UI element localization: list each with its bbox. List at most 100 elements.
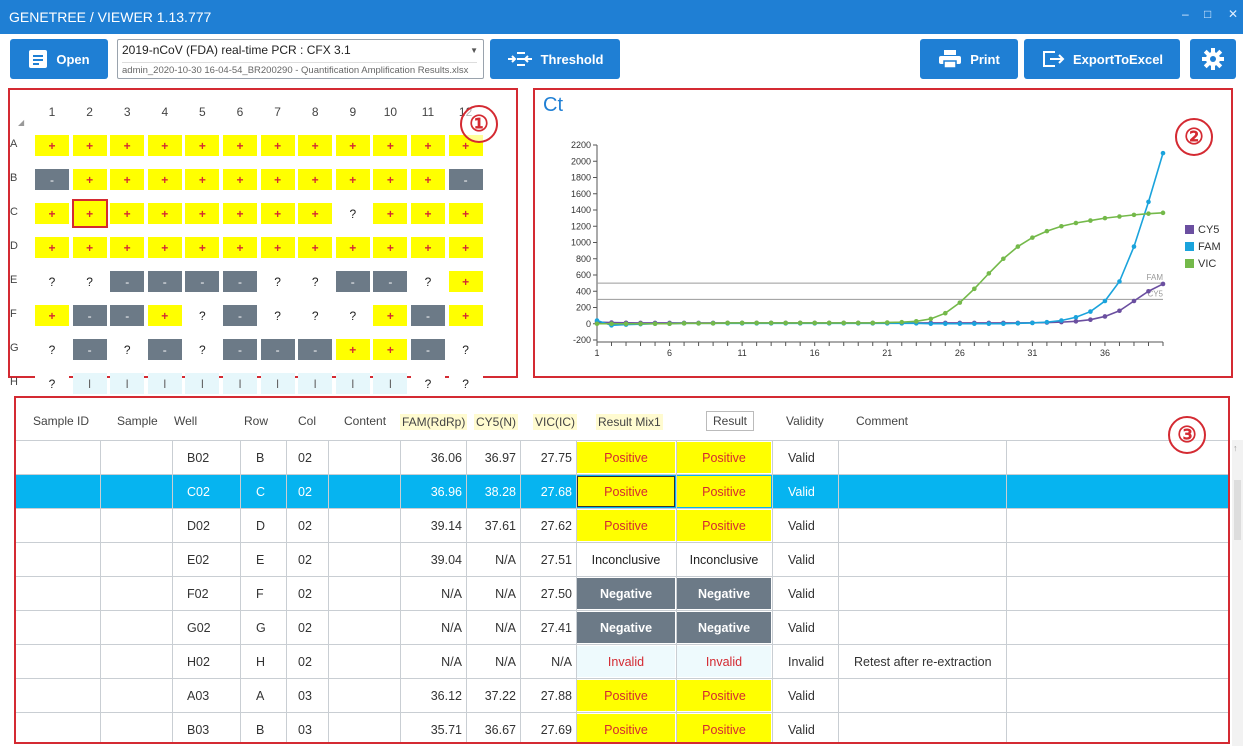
well-C5[interactable]: + [185, 203, 220, 224]
table-row[interactable]: H02 H 02 N/A N/A N/A Invalid Retest after re-ex… [16, 644, 1228, 678]
scroll-up-icon[interactable]: ↑ [1233, 443, 1238, 453]
table-row[interactable]: F02 F 02 N/A N/A 27.50 Valid Negative Negative [16, 576, 1228, 610]
well-G5[interactable]: ? [185, 339, 220, 360]
well-E10[interactable]: - [373, 271, 408, 292]
well-E3[interactable]: - [110, 271, 145, 292]
well-B12[interactable]: - [448, 169, 483, 190]
well-D4[interactable]: + [147, 237, 182, 258]
well-F4[interactable]: + [147, 305, 182, 326]
well-G9[interactable]: + [335, 339, 370, 360]
settings-button[interactable] [1190, 39, 1236, 79]
well-B3[interactable]: + [110, 169, 145, 190]
threshold-button[interactable]: Threshold [490, 39, 620, 79]
well-D2[interactable]: + [72, 237, 107, 258]
well-A9[interactable]: + [335, 135, 370, 156]
table-row[interactable]: B02 B 02 36.06 36.97 27.75 Valid Positive Positi… [16, 440, 1228, 474]
table-row[interactable]: C02 C 02 36.96 38.28 27.68 Valid Positive Positi… [16, 474, 1228, 508]
run-file-selector[interactable]: 2019-nCoV (FDA) real-time PCR : CFX 3.1 … [117, 39, 484, 79]
well-E2[interactable]: ? [72, 271, 107, 292]
well-H12[interactable]: ? [448, 373, 483, 394]
select-all-corner-icon[interactable]: ◢ [18, 118, 24, 127]
column-header-content[interactable]: Content [344, 414, 386, 428]
well-E1[interactable]: ? [35, 271, 69, 292]
well-F6[interactable]: - [223, 305, 257, 326]
close-button[interactable]: ✕ [1228, 7, 1238, 21]
well-H5[interactable]: I [185, 373, 220, 394]
well-B4[interactable]: + [147, 169, 182, 190]
export-excel-button[interactable]: ExportToExcel [1024, 39, 1180, 79]
well-E6[interactable]: - [223, 271, 257, 292]
well-A10[interactable]: + [373, 135, 408, 156]
well-D11[interactable]: + [411, 237, 445, 258]
well-C10[interactable]: + [373, 203, 408, 224]
column-header-comment[interactable]: Comment [856, 414, 908, 428]
well-G12[interactable]: ? [448, 339, 483, 360]
well-D3[interactable]: + [110, 237, 145, 258]
well-B8[interactable]: + [298, 169, 333, 190]
column-header-result[interactable]: Result [706, 411, 755, 431]
well-C4[interactable]: + [147, 203, 182, 224]
well-H1[interactable]: ? [35, 373, 69, 394]
well-E9[interactable]: - [335, 271, 370, 292]
vertical-scrollbar[interactable]: ↑ [1232, 440, 1243, 746]
well-D6[interactable]: + [223, 237, 257, 258]
well-G11[interactable]: - [411, 339, 445, 360]
well-A8[interactable]: + [298, 135, 333, 156]
well-A3[interactable]: + [110, 135, 145, 156]
column-header-vic-ic[interactable]: VIC(IC) [533, 414, 577, 430]
well-G1[interactable]: ? [35, 339, 69, 360]
column-header-well[interactable]: Well [174, 414, 197, 428]
well-B11[interactable]: + [411, 169, 445, 190]
column-header-validity[interactable]: Validity [786, 414, 824, 428]
well-D9[interactable]: + [335, 237, 370, 258]
well-H6[interactable]: I [223, 373, 257, 394]
scrollbar-thumb[interactable] [1234, 480, 1241, 540]
well-F10[interactable]: + [373, 305, 408, 326]
well-G4[interactable]: - [147, 339, 182, 360]
well-G3[interactable]: ? [110, 339, 145, 360]
well-F11[interactable]: - [411, 305, 445, 326]
well-C7[interactable]: + [260, 203, 295, 224]
well-D12[interactable]: + [448, 237, 483, 258]
well-C6[interactable]: + [223, 203, 257, 224]
well-B2[interactable]: + [72, 169, 107, 190]
column-header-sample-id[interactable]: Sample ID [33, 414, 89, 428]
column-header-result-mix1[interactable]: Result Mix1 [596, 414, 663, 430]
well-G10[interactable]: + [373, 339, 408, 360]
well-G2[interactable]: - [72, 339, 107, 360]
well-F12[interactable]: + [448, 305, 483, 326]
well-C11[interactable]: + [411, 203, 445, 224]
well-B9[interactable]: + [335, 169, 370, 190]
well-A1[interactable]: + [35, 135, 69, 156]
well-A11[interactable]: + [411, 135, 445, 156]
well-H8[interactable]: I [298, 373, 333, 394]
well-C12[interactable]: + [448, 203, 483, 224]
well-F9[interactable]: ? [335, 305, 370, 326]
well-B5[interactable]: + [185, 169, 220, 190]
well-H7[interactable]: I [260, 373, 295, 394]
well-C1[interactable]: + [35, 203, 69, 224]
table-row[interactable]: D02 D 02 39.14 37.61 27.62 Valid Positive Positi… [16, 508, 1228, 542]
well-C9[interactable]: ? [335, 203, 370, 224]
well-E4[interactable]: - [147, 271, 182, 292]
well-D5[interactable]: + [185, 237, 220, 258]
well-D7[interactable]: + [260, 237, 295, 258]
well-F3[interactable]: - [110, 305, 145, 326]
well-E11[interactable]: ? [411, 271, 445, 292]
well-H2[interactable]: I [72, 373, 107, 394]
minimize-button[interactable]: – [1182, 7, 1189, 21]
well-D10[interactable]: + [373, 237, 408, 258]
table-row[interactable]: G02 G 02 N/A N/A 27.41 Valid Negative Negative [16, 610, 1228, 644]
well-C3[interactable]: + [110, 203, 145, 224]
print-button[interactable]: Print [920, 39, 1018, 79]
well-D8[interactable]: + [298, 237, 333, 258]
well-B7[interactable]: + [260, 169, 295, 190]
well-B6[interactable]: + [223, 169, 257, 190]
well-G7[interactable]: - [260, 339, 295, 360]
well-A2[interactable]: + [72, 135, 107, 156]
column-header-cy5-n[interactable]: CY5(N) [474, 414, 519, 430]
well-F5[interactable]: ? [185, 305, 220, 326]
well-F8[interactable]: ? [298, 305, 333, 326]
well-B10[interactable]: + [373, 169, 408, 190]
well-F2[interactable]: - [72, 305, 107, 326]
